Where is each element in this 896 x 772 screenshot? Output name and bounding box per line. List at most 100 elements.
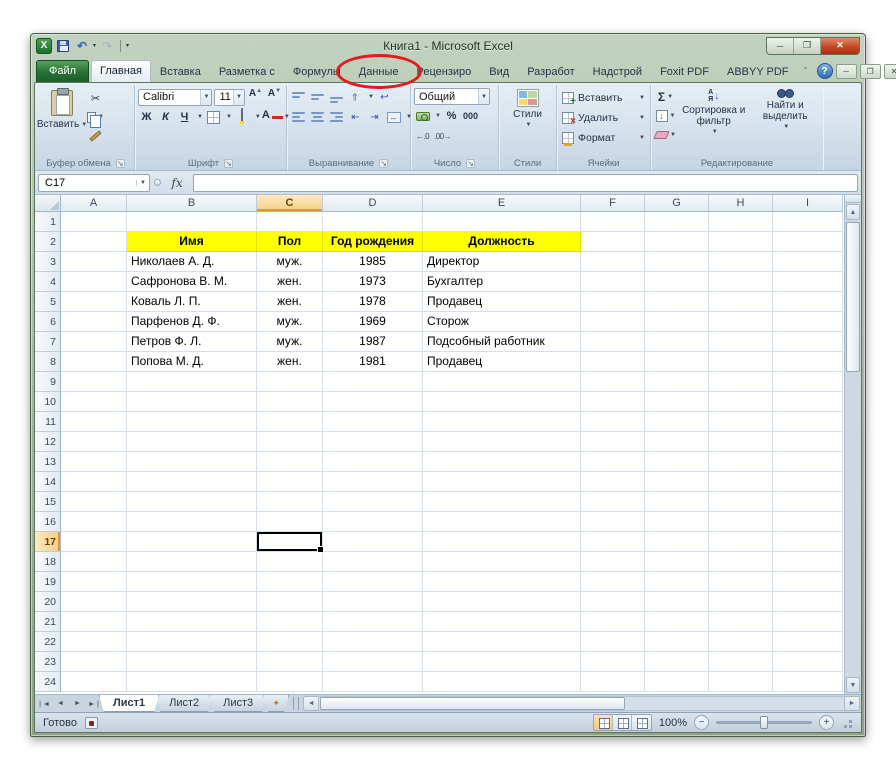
cell-H21[interactable] xyxy=(709,612,773,632)
cell-A12[interactable] xyxy=(61,432,127,452)
scroll-right-button[interactable]: ► xyxy=(844,696,860,711)
cell-F21[interactable] xyxy=(581,612,645,632)
merge-center-button[interactable]: ↔ xyxy=(385,108,402,126)
column-header-E[interactable]: E xyxy=(423,195,581,212)
cell-A1[interactable] xyxy=(61,212,127,232)
underline-button[interactable]: Ч xyxy=(176,108,193,126)
vertical-scrollbar[interactable]: ▲ ▼ xyxy=(844,195,861,694)
cell-A15[interactable] xyxy=(61,492,127,512)
qat-customize-button[interactable]: ▾ xyxy=(126,42,129,49)
cell-B18[interactable] xyxy=(127,552,257,572)
cell-I24[interactable] xyxy=(773,672,843,692)
tab-Формулы[interactable]: Формулы xyxy=(284,61,350,82)
scroll-up-button[interactable]: ▲ xyxy=(846,204,860,220)
delete-cells-button[interactable]: Удалить ▼ xyxy=(560,109,647,127)
cell-D6[interactable]: 1969 xyxy=(323,312,423,332)
cell-G5[interactable] xyxy=(645,292,709,312)
borders-button[interactable] xyxy=(205,108,222,126)
cell-B9[interactable] xyxy=(127,372,257,392)
cell-H24[interactable] xyxy=(709,672,773,692)
row-header-12[interactable]: 12 xyxy=(35,432,61,452)
row-header-14[interactable]: 14 xyxy=(35,472,61,492)
autosum-button[interactable]: Σ ▼ xyxy=(654,88,677,106)
cell-G16[interactable] xyxy=(645,512,709,532)
cell-A2[interactable] xyxy=(61,232,127,252)
column-header-I[interactable]: I xyxy=(773,195,843,212)
tab-Вид[interactable]: Вид xyxy=(480,61,518,82)
cell-G22[interactable] xyxy=(645,632,709,652)
cell-I14[interactable] xyxy=(773,472,843,492)
cell-A16[interactable] xyxy=(61,512,127,532)
cell-B5[interactable]: Коваль Л. П. xyxy=(127,292,257,312)
cell-F2[interactable] xyxy=(581,232,645,252)
tab-Главная[interactable]: Главная xyxy=(91,60,151,82)
row-header-21[interactable]: 21 xyxy=(35,612,61,632)
cell-G18[interactable] xyxy=(645,552,709,572)
row-header-22[interactable]: 22 xyxy=(35,632,61,652)
cell-I1[interactable] xyxy=(773,212,843,232)
cell-I21[interactable] xyxy=(773,612,843,632)
cell-F15[interactable] xyxy=(581,492,645,512)
cell-E4[interactable]: Бухгалтер xyxy=(423,272,581,292)
cell-A10[interactable] xyxy=(61,392,127,412)
cell-A13[interactable] xyxy=(61,452,127,472)
cell-I11[interactable] xyxy=(773,412,843,432)
cell-D11[interactable] xyxy=(323,412,423,432)
cell-B15[interactable] xyxy=(127,492,257,512)
comma-format-button[interactable]: 000 xyxy=(462,107,479,125)
workbook-minimize-button[interactable]: ─ xyxy=(835,63,857,79)
cell-D21[interactable] xyxy=(323,612,423,632)
column-header-A[interactable]: A xyxy=(61,195,127,212)
cell-F9[interactable] xyxy=(581,372,645,392)
cell-I16[interactable] xyxy=(773,512,843,532)
font-color-button[interactable]: А xyxy=(262,108,283,126)
cell-I4[interactable] xyxy=(773,272,843,292)
cell-G19[interactable] xyxy=(645,572,709,592)
cell-H16[interactable] xyxy=(709,512,773,532)
cell-G6[interactable] xyxy=(645,312,709,332)
cell-I13[interactable] xyxy=(773,452,843,472)
number-dialog-launcher[interactable]: ↘ xyxy=(466,158,476,168)
cell-H9[interactable] xyxy=(709,372,773,392)
cell-E16[interactable] xyxy=(423,512,581,532)
vertical-scroll-thumb[interactable] xyxy=(846,222,860,372)
zoom-out-button[interactable]: − xyxy=(694,715,709,730)
cell-G12[interactable] xyxy=(645,432,709,452)
format-painter-button[interactable] xyxy=(86,127,105,145)
cell-I10[interactable] xyxy=(773,392,843,412)
cell-I18[interactable] xyxy=(773,552,843,572)
cell-E2[interactable]: Должность xyxy=(423,232,581,252)
column-header-H[interactable]: H xyxy=(709,195,773,212)
row-header-24[interactable]: 24 xyxy=(35,672,61,692)
tab-Данные[interactable]: Данные xyxy=(350,61,408,82)
cell-B24[interactable] xyxy=(127,672,257,692)
cell-G2[interactable] xyxy=(645,232,709,252)
font-size-combo[interactable]: 11 ▼ xyxy=(214,88,245,106)
zoom-slider-thumb[interactable] xyxy=(760,716,768,729)
cell-G14[interactable] xyxy=(645,472,709,492)
cell-C13[interactable] xyxy=(257,452,323,472)
formula-input[interactable] xyxy=(193,173,858,192)
cell-B3[interactable]: Николаев А. Д. xyxy=(127,252,257,272)
column-header-G[interactable]: G xyxy=(645,195,709,212)
cell-A14[interactable] xyxy=(61,472,127,492)
copy-button[interactable]: ▼ xyxy=(86,108,105,128)
cell-B10[interactable] xyxy=(127,392,257,412)
align-center-button[interactable] xyxy=(309,108,326,126)
cell-C14[interactable] xyxy=(257,472,323,492)
cell-B11[interactable] xyxy=(127,412,257,432)
cell-E15[interactable] xyxy=(423,492,581,512)
row-header-13[interactable]: 13 xyxy=(35,452,61,472)
cell-A18[interactable] xyxy=(61,552,127,572)
scroll-left-button[interactable]: ◄ xyxy=(303,696,320,711)
row-header-10[interactable]: 10 xyxy=(35,392,61,412)
cell-B21[interactable] xyxy=(127,612,257,632)
cell-E19[interactable] xyxy=(423,572,581,592)
align-top-button[interactable] xyxy=(290,88,307,106)
cell-E12[interactable] xyxy=(423,432,581,452)
cell-G13[interactable] xyxy=(645,452,709,472)
cell-C21[interactable] xyxy=(257,612,323,632)
cell-C11[interactable] xyxy=(257,412,323,432)
row-header-20[interactable]: 20 xyxy=(35,592,61,612)
cell-B22[interactable] xyxy=(127,632,257,652)
